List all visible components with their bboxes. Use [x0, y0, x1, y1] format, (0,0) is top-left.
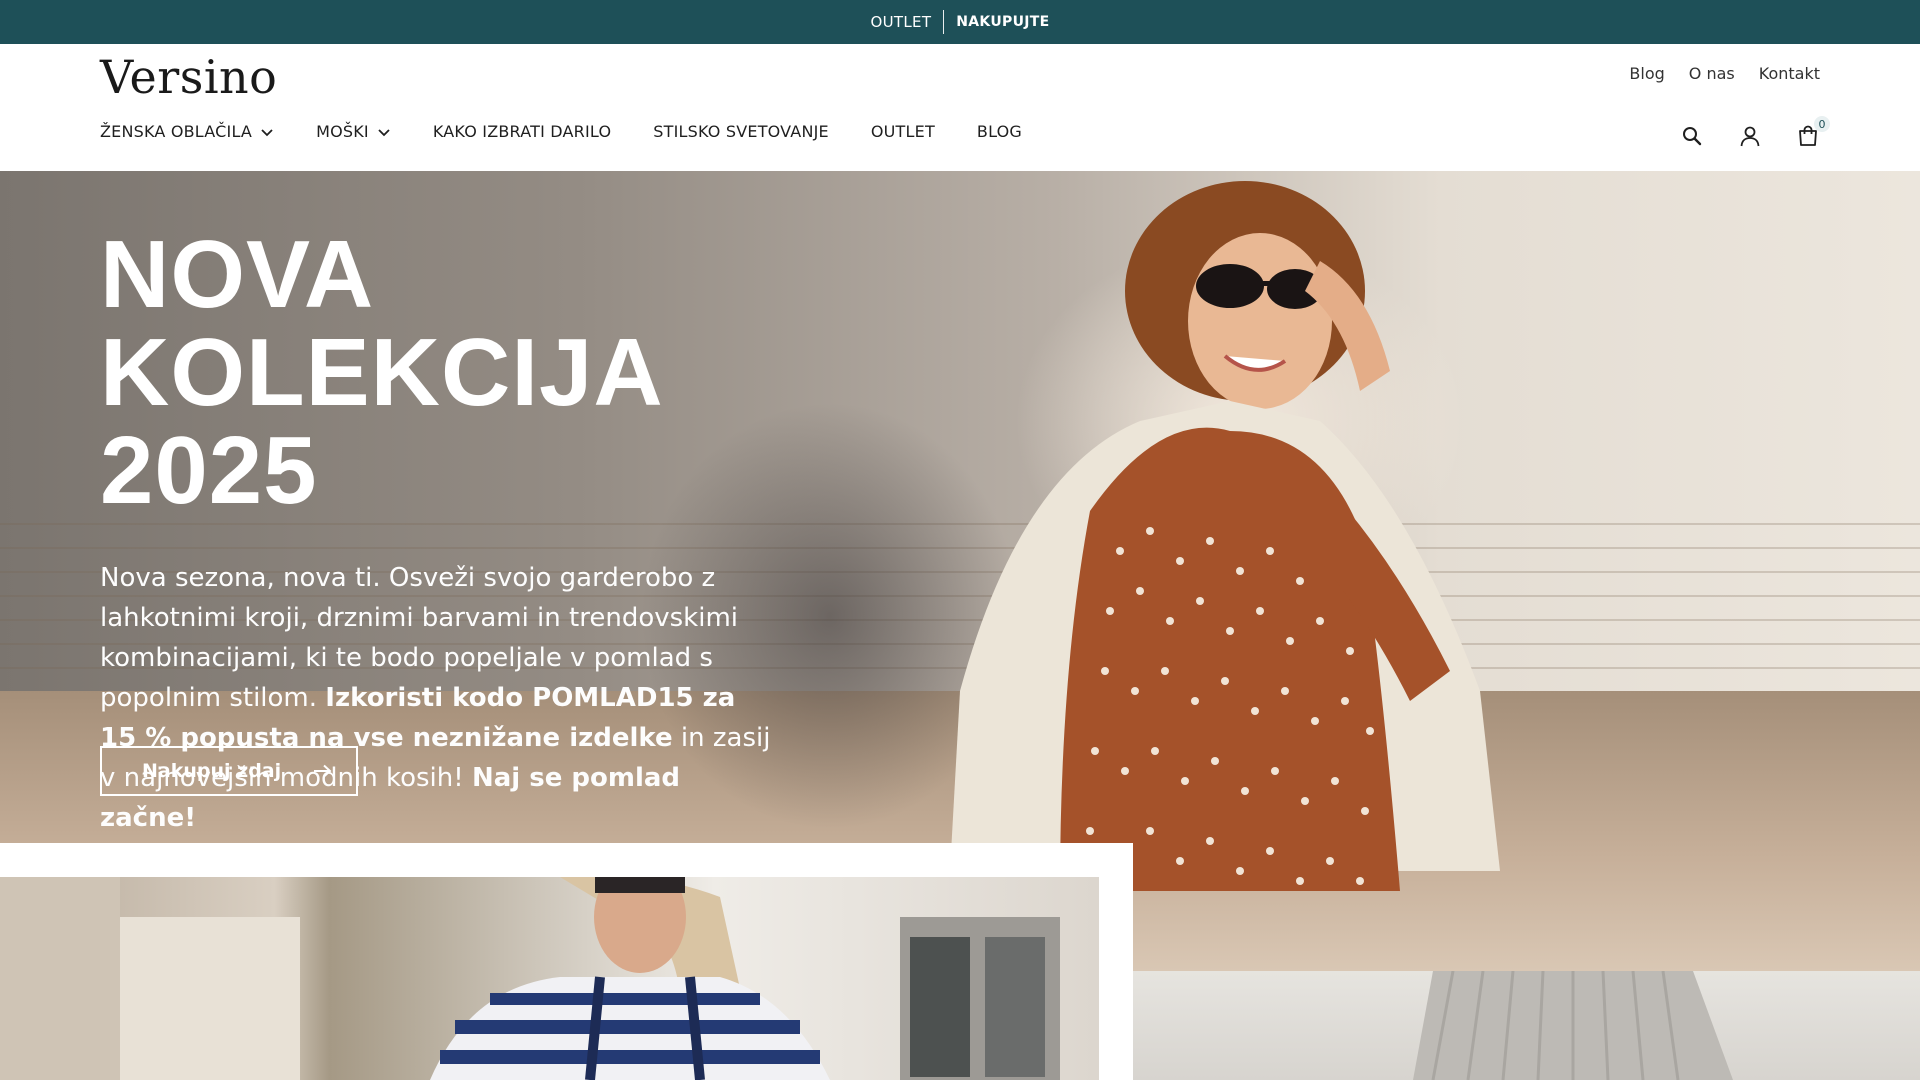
hero-title: NOVA KOLEKCIJA 2025: [100, 226, 920, 520]
nav-item-label: ŽENSKA OBLAČILA: [100, 122, 253, 141]
announcement-shop-link[interactable]: NAKUPUJTE: [956, 14, 1049, 30]
nav-item-label: KAKO IZBRATI DARILO: [432, 122, 612, 141]
hero-title-line-2: 2025: [100, 417, 318, 524]
chevron-down-icon: [261, 128, 273, 136]
nav-item-label: MOŠKI: [316, 122, 369, 141]
nav-item-label: BLOG: [976, 122, 1023, 141]
util-link-about[interactable]: O nas: [1689, 64, 1735, 83]
hero-title-line-1: NOVA KOLEKCIJA: [100, 221, 664, 426]
nav-item-label: STILSKO SVETOVANJE: [653, 122, 829, 141]
main-nav: ŽENSKA OBLAČILA MOŠKI KAKO IZBRATI DARIL…: [100, 122, 1022, 141]
nav-item-label: OUTLET: [870, 122, 935, 141]
util-link-contact[interactable]: Kontakt: [1759, 64, 1820, 83]
shop-now-button[interactable]: Nakupuj zdaj: [100, 746, 358, 796]
chevron-down-icon: [378, 128, 390, 136]
nav-item-style-advice[interactable]: STILSKO SVETOVANJE: [653, 122, 829, 141]
utility-links: Blog O nas Kontakt: [1629, 64, 1820, 83]
category-knit-image: [1413, 971, 1733, 1080]
search-icon[interactable]: [1680, 124, 1704, 148]
account-icon[interactable]: [1738, 124, 1762, 148]
logo[interactable]: Versino: [100, 50, 277, 104]
category-tile-image-left[interactable]: [0, 877, 1099, 1080]
arrow-right-icon: [314, 764, 332, 778]
shop-now-label: Nakupuj zdaj: [142, 760, 282, 782]
nav-item-men[interactable]: MOŠKI: [316, 122, 391, 141]
category-tile-image-right[interactable]: [1133, 971, 1920, 1080]
announcement-bar: OUTLET NAKUPUJTE: [0, 0, 1920, 44]
hero-description: Nova sezona, nova ti. Osveži svojo garde…: [100, 558, 780, 838]
nav-item-blog[interactable]: BLOG: [977, 122, 1022, 141]
site-header: Versino Blog O nas Kontakt ŽENSKA OBLAČI…: [0, 44, 1920, 171]
nav-item-women[interactable]: ŽENSKA OBLAČILA: [100, 122, 274, 141]
category-model-image: [0, 877, 1060, 1080]
nav-item-gift-guide[interactable]: KAKO IZBRATI DARILO: [433, 122, 611, 141]
announcement-outlet-label[interactable]: OUTLET: [871, 13, 932, 31]
cart-count-badge: 0: [1814, 116, 1830, 132]
header-icons: 0: [1680, 116, 1830, 148]
cart-icon[interactable]: 0: [1796, 116, 1830, 148]
announcement-divider: [943, 10, 945, 34]
util-link-blog[interactable]: Blog: [1629, 64, 1664, 83]
nav-item-outlet[interactable]: OUTLET: [871, 122, 935, 141]
